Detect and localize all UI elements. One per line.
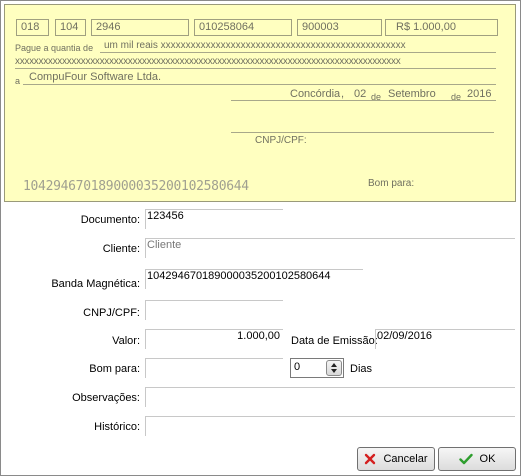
- arrow-up-icon[interactable]: [331, 363, 337, 367]
- cheque-payee: CompuFour Software Ltda.: [29, 71, 162, 83]
- dias-stepper[interactable]: 0: [290, 358, 344, 378]
- cheque-bank: 018: [16, 19, 49, 36]
- cnpj-cpf-field[interactable]: [145, 300, 283, 320]
- cancel-button[interactable]: Cancelar: [357, 447, 435, 471]
- cheque-account: 2946: [91, 19, 189, 36]
- bom-para-field[interactable]: [145, 358, 283, 378]
- x-icon: [365, 453, 376, 465]
- cheque-city: Concórdia: [290, 88, 341, 100]
- cliente-label: Cliente:: [102, 243, 140, 255]
- cheque-pague-label: Pague a quantia de: [15, 43, 94, 53]
- cheque-amount: R$ 1.000,00: [385, 19, 498, 36]
- cheque-number: 010258064: [194, 19, 292, 36]
- arrow-down-icon[interactable]: [331, 369, 337, 373]
- cliente-field[interactable]: Cliente: [145, 238, 515, 258]
- cheque-line: [231, 100, 496, 101]
- cancel-button-label: Cancelar: [383, 453, 428, 465]
- banda-magnetica-field[interactable]: 104294670189000035200102580644: [145, 269, 363, 289]
- data-emissao-field[interactable]: 02/09/2016: [375, 329, 515, 349]
- check-icon: [458, 453, 473, 465]
- ok-button-label: OK: [479, 453, 496, 465]
- cheque-line: [23, 84, 496, 85]
- cheque-a-label: a: [15, 76, 21, 86]
- cheque-day: 02: [354, 88, 367, 100]
- stepper-buttons[interactable]: [326, 360, 342, 376]
- banda-magnetica-label: Banda Magnética:: [51, 278, 140, 290]
- cheque-agency: 104: [55, 19, 86, 36]
- historico-label: Histórico:: [94, 421, 140, 433]
- dias-value: 0: [294, 361, 301, 373]
- cheque-signature-line: [231, 132, 494, 133]
- observacoes-label: Observações:: [72, 392, 140, 404]
- cheque-preview: 018 104 2946 010258064 900003 R$ 1.000,0…: [4, 4, 516, 202]
- valor-field[interactable]: 1.000,00: [145, 329, 283, 349]
- cnpj-cpf-label: CNPJ/CPF:: [83, 307, 140, 319]
- dias-label: Dias: [350, 363, 373, 375]
- bom-para-label: Bom para:: [89, 363, 140, 375]
- valor-label: Valor:: [112, 335, 140, 347]
- cheque-line: [15, 68, 496, 69]
- documento-field[interactable]: 123456: [145, 209, 283, 229]
- observacoes-field[interactable]: [145, 387, 515, 407]
- cheque-amount-words-1: um mil reais xxxxxxxxxxxxxxxxxxxxxxxxxxx…: [104, 40, 406, 51]
- cheque-month: Setembro: [388, 88, 436, 100]
- cheque-comma: ,: [341, 88, 345, 100]
- cheque-dialog: 018 104 2946 010258064 900003 R$ 1.000,0…: [0, 0, 521, 476]
- historico-field[interactable]: [145, 416, 515, 436]
- cheque-year: 2016: [467, 88, 492, 100]
- cheque-serial: 900003: [297, 19, 382, 36]
- cheque-line: [100, 52, 496, 53]
- cheque-cnpj-label: CNPJ/CPF:: [255, 135, 307, 146]
- documento-label: Documento:: [80, 214, 140, 226]
- cheque-amount-words-2: xxxxxxxxxxxxxxxxxxxxxxxxxxxxxxxxxxxxxxxx…: [15, 56, 401, 67]
- ok-button[interactable]: OK: [438, 447, 516, 471]
- cheque-bom-para-label: Bom para:: [368, 178, 415, 189]
- data-emissao-label: Data de Emissão:: [291, 335, 378, 347]
- cheque-micr-line: 104294670189000035200102580644: [23, 179, 249, 194]
